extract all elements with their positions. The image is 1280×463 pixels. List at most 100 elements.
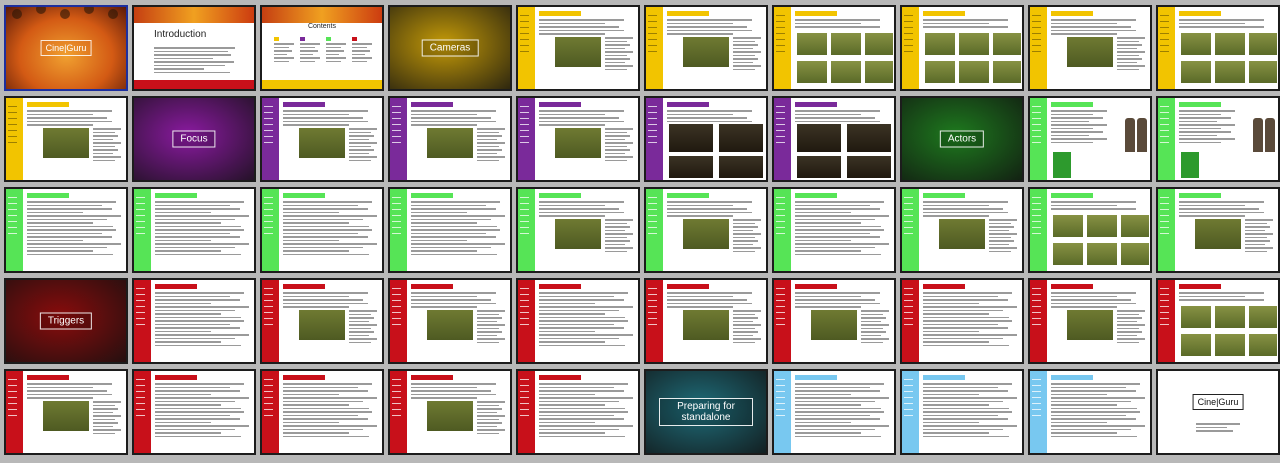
slide-thumbnail[interactable] (388, 278, 512, 364)
slide-thumbnail[interactable] (1156, 96, 1280, 182)
strip-line (264, 385, 273, 386)
slide-thumbnail[interactable] (260, 96, 384, 182)
slide-image (865, 33, 893, 55)
slide-thumbnail[interactable] (260, 369, 384, 455)
slide-thumbnail[interactable] (1028, 278, 1152, 364)
slide-thumbnail[interactable] (4, 187, 128, 273)
slide-thumbnail[interactable] (132, 187, 256, 273)
strip-line (1160, 312, 1169, 313)
text-line (477, 156, 505, 158)
text-line (733, 65, 761, 67)
slide-thumbnail[interactable]: Focus (132, 96, 256, 182)
slide-thumbnail[interactable] (900, 369, 1024, 455)
slide-thumbnail[interactable] (1156, 5, 1280, 91)
text-line (539, 29, 624, 31)
text-line (155, 383, 245, 385)
text-line (155, 302, 212, 304)
text-line (155, 309, 235, 311)
text-line (477, 142, 505, 144)
slide-thumbnail[interactable] (388, 369, 512, 455)
strip-line (1032, 21, 1041, 22)
slide-thumbnail[interactable] (772, 96, 896, 182)
text-line (1179, 127, 1222, 129)
slide-body (155, 284, 249, 358)
strip-line (776, 203, 785, 204)
slide-thumbnail[interactable] (516, 369, 640, 455)
slide-thumbnail[interactable] (1156, 278, 1280, 364)
slide-thumbnail[interactable] (900, 5, 1024, 91)
text-line (539, 330, 596, 332)
text-line (283, 421, 340, 423)
slide-thumbnail[interactable] (772, 369, 896, 455)
strip-line (136, 294, 145, 295)
slide-thumbnail[interactable] (772, 187, 896, 273)
slide-thumbnail[interactable]: Actors (900, 96, 1024, 182)
slide-thumbnail[interactable] (772, 5, 896, 91)
strip-line (904, 379, 913, 380)
text-line (155, 337, 235, 339)
slide-thumbnail[interactable] (644, 278, 768, 364)
slide-thumbnail[interactable]: Contents (260, 5, 384, 91)
slide-thumbnail[interactable] (388, 187, 512, 273)
slide-thumbnail[interactable] (1028, 187, 1152, 273)
slide-thumbnail[interactable] (1028, 369, 1152, 455)
slide-thumbnail[interactable]: Cine|Guru (4, 5, 128, 91)
slide-thumbnail[interactable] (516, 278, 640, 364)
strip-line (264, 209, 273, 210)
text-line (326, 60, 342, 62)
text-line (300, 53, 314, 55)
text-line (1117, 37, 1145, 39)
slide-thumbnail[interactable] (4, 96, 128, 182)
text-line (923, 404, 989, 406)
palm-silhouette (108, 9, 118, 19)
slide-thumbnail[interactable] (1156, 187, 1280, 273)
slide-thumbnail[interactable] (1028, 96, 1152, 182)
strip-line (520, 233, 529, 234)
slide-thumbnail[interactable] (132, 369, 256, 455)
strip-line (904, 227, 913, 228)
slide-thumbnail[interactable] (772, 278, 896, 364)
text-line (733, 236, 756, 238)
text-line (477, 310, 505, 312)
slide-thumbnail[interactable]: Preparing for standalone (644, 369, 768, 455)
strip-line (648, 318, 657, 319)
strip-line (520, 39, 529, 40)
slide-thumbnail[interactable] (4, 369, 128, 455)
slide-thumbnail[interactable] (516, 187, 640, 273)
strip-line (648, 51, 657, 52)
slide-thumbnail[interactable] (900, 278, 1024, 364)
strip-line (648, 221, 657, 222)
strip-line (904, 288, 913, 289)
strip-line (264, 203, 273, 204)
strip-line (136, 233, 145, 234)
slide-thumbnail[interactable] (644, 96, 768, 182)
slide-thumbnail[interactable]: Cameras (388, 5, 512, 91)
slide-thumbnail[interactable]: Triggers (4, 278, 128, 364)
slide-thumbnail[interactable] (644, 5, 768, 91)
slide-thumbnail[interactable] (516, 5, 640, 91)
slide-thumbnail[interactable] (516, 96, 640, 182)
text-line (477, 422, 503, 424)
strip-line (136, 288, 145, 289)
slide-thumbnail[interactable] (900, 187, 1024, 273)
text-line (27, 204, 103, 206)
strip-line (648, 112, 657, 113)
slide-thumbnail[interactable] (644, 187, 768, 273)
slide-thumbnail[interactable]: Introduction (132, 5, 256, 91)
strip-line (520, 118, 529, 119)
slide-thumbnail[interactable] (260, 278, 384, 364)
text-line (283, 222, 349, 224)
slide-thumbnail[interactable] (1028, 5, 1152, 91)
slide-thumbnail[interactable] (260, 187, 384, 273)
slide-image (1087, 243, 1117, 265)
slide-thumbnail[interactable] (388, 96, 512, 182)
text-line (539, 19, 624, 21)
slide-image (1121, 243, 1149, 265)
text-line (283, 386, 359, 388)
slide-thumbnail[interactable]: Cine|Guru (1156, 369, 1280, 455)
text-line (283, 232, 359, 234)
strip-line (264, 124, 273, 125)
slide-thumbnail[interactable] (132, 278, 256, 364)
text-line (539, 337, 619, 339)
strip-line (264, 403, 273, 404)
